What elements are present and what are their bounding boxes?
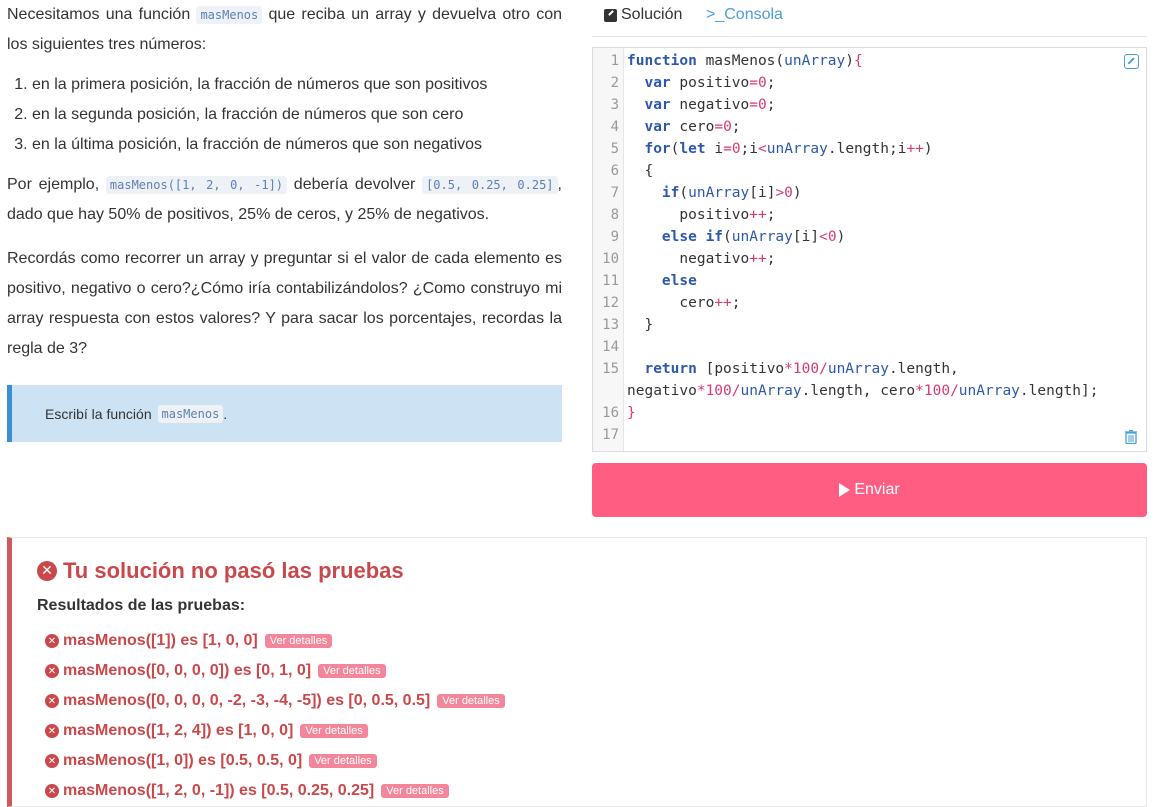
tab-solution-label: Solución	[621, 6, 683, 23]
line-number: 5	[610, 141, 619, 157]
play-icon	[839, 483, 851, 497]
line-number: 1	[610, 53, 619, 69]
test-result-item: ✕ masMenos([1]) es [1, 0, 0] Ver detalle…	[45, 626, 505, 656]
task-text: Escribí la función	[45, 405, 152, 422]
code-line: if(unArray[i]>0)	[661, 185, 802, 201]
line-number: 12	[602, 295, 619, 311]
line-number: 8	[610, 207, 619, 223]
requirement-item: en la primera posición, la fracción de n…	[32, 70, 562, 100]
code-line: }	[627, 405, 636, 421]
test-description: masMenos([1, 0]) es [0.5, 0.5, 0]	[63, 752, 303, 769]
results-title-text: Tu solución no pasó las pruebas	[63, 558, 404, 583]
line-number: 15	[602, 361, 619, 377]
details-button[interactable]: Ver detalles	[381, 784, 449, 798]
details-button[interactable]: Ver detalles	[318, 664, 386, 678]
line-number: 13	[602, 317, 619, 333]
example-result-code: [0.5, 0.25, 0.25]	[422, 176, 558, 194]
failed-icon: ✕	[45, 694, 59, 708]
intro-text: Necesitamos una función	[7, 6, 191, 23]
line-number: 11	[602, 273, 619, 289]
code-line: var positivo=0;	[644, 75, 776, 91]
test-result-item: ✕ masMenos([1, 2, 0, -1]) es [0.5, 0.25,…	[45, 776, 505, 806]
failed-icon: ✕	[45, 724, 59, 738]
code-line: cero++;	[627, 295, 741, 311]
statement-intro: Necesitamos una función masMenos que rec…	[7, 0, 562, 60]
code-line: var negativo=0;	[644, 97, 776, 113]
trash-icon[interactable]	[1125, 430, 1137, 444]
requirements-list: en la primera posición, la fracción de n…	[7, 70, 562, 160]
line-number: 6	[610, 163, 619, 179]
code-line: }	[627, 317, 654, 333]
test-result-item: ✕ masMenos([1, 2, 4]) es [1, 0, 0] Ver d…	[45, 716, 505, 746]
requirement-item: en la última posición, la fracción de nú…	[32, 130, 562, 160]
test-list: ✕ masMenos([1]) es [1, 0, 0] Ver detalle…	[45, 626, 505, 806]
tab-console-label: >_Consola	[706, 6, 783, 23]
exercise-statement: Necesitamos una función masMenos que rec…	[7, 0, 562, 364]
code-line: for(let i=0;i<unArray.length;i++)	[644, 141, 933, 157]
code-editor[interactable]: 1 2 3 4 5 6 7 8 9 10 11 12 13 14 15 16 1…	[592, 47, 1147, 452]
code-line: else if(unArray[i]<0)	[661, 229, 846, 245]
details-button[interactable]: Ver detalles	[300, 724, 368, 738]
task-code: masMenos	[157, 404, 224, 423]
test-results-panel: ✕ Tu solución no pasó las pruebas Result…	[7, 537, 1147, 807]
code-line: {	[627, 163, 654, 179]
failed-icon: ✕	[45, 664, 59, 678]
statement-example: Por ejemplo, masMenos([1, 2, 0, -1]) deb…	[7, 170, 562, 230]
code-line: function masMenos(unArray){	[627, 53, 863, 69]
line-number: 4	[610, 119, 619, 135]
code-line: negativo++;	[627, 251, 776, 267]
statement-hint: Recordás como recorrer un array y pregun…	[7, 250, 562, 357]
test-description: masMenos([0, 0, 0, 0, -2, -3, -4, -5]) e…	[63, 692, 431, 709]
line-number: 14	[602, 339, 619, 355]
line-number: 7	[610, 185, 619, 201]
test-description: masMenos([1, 2, 4]) es [1, 0, 0]	[63, 722, 294, 739]
results-title: ✕ Tu solución no pasó las pruebas	[37, 558, 404, 584]
code-line: positivo++;	[627, 207, 776, 223]
expand-icon[interactable]	[1124, 54, 1139, 69]
line-number: 3	[610, 97, 619, 113]
line-number: 16	[602, 405, 619, 421]
edit-icon	[604, 8, 617, 22]
tab-solution[interactable]: Solución	[604, 6, 682, 24]
code-line-wrapped: negativo*100/unArray.length, cero*100/un…	[627, 383, 1099, 399]
details-button[interactable]: Ver detalles	[437, 694, 505, 708]
submit-button[interactable]: Enviar	[592, 463, 1147, 517]
tab-console[interactable]: >_Consola	[706, 6, 783, 24]
editor-tabs: Solución >_Consola	[592, 0, 1147, 37]
line-number: 2	[610, 75, 619, 91]
example-text: Por ejemplo,	[7, 176, 100, 193]
test-result-item: ✕ masMenos([0, 0, 0, 0]) es [0, 1, 0] Ve…	[45, 656, 505, 686]
task-callout: Escribí la función masMenos.	[7, 385, 562, 442]
code-line: var cero=0;	[644, 119, 741, 135]
error-icon: ✕	[37, 561, 57, 581]
line-number: 17	[602, 427, 619, 443]
code-line: return [positivo*100/unArray.length,	[644, 361, 959, 377]
function-name-code: masMenos	[196, 6, 263, 24]
task-period: .	[223, 405, 228, 422]
line-number: 10	[602, 251, 619, 267]
line-number: 9	[610, 229, 619, 245]
submit-label: Enviar	[854, 481, 900, 498]
details-button[interactable]: Ver detalles	[264, 634, 333, 648]
test-result-item: ✕ masMenos([0, 0, 0, 0, -2, -3, -4, -5])…	[45, 686, 505, 716]
results-subtitle: Resultados de las pruebas:	[37, 597, 246, 614]
test-result-item: ✕ masMenos([1, 0]) es [0.5, 0.5, 0] Ver …	[45, 746, 505, 776]
code-line: else	[661, 273, 697, 289]
example-code: masMenos([1, 2, 0, -1])	[105, 176, 288, 194]
test-description: masMenos([1, 2, 0, -1]) es [0.5, 0.25, 0…	[63, 782, 375, 799]
failed-icon: ✕	[45, 784, 59, 798]
test-description: masMenos([0, 0, 0, 0]) es [0, 1, 0]	[63, 662, 312, 679]
example-text-middle: debería devolver	[293, 176, 416, 193]
failed-icon: ✕	[45, 754, 59, 768]
details-button[interactable]: Ver detalles	[309, 754, 377, 768]
test-description: masMenos([1]) es [1, 0, 0]	[63, 632, 258, 649]
failed-icon: ✕	[45, 634, 59, 648]
requirement-item: en la segunda posición, la fracción de n…	[32, 100, 562, 130]
